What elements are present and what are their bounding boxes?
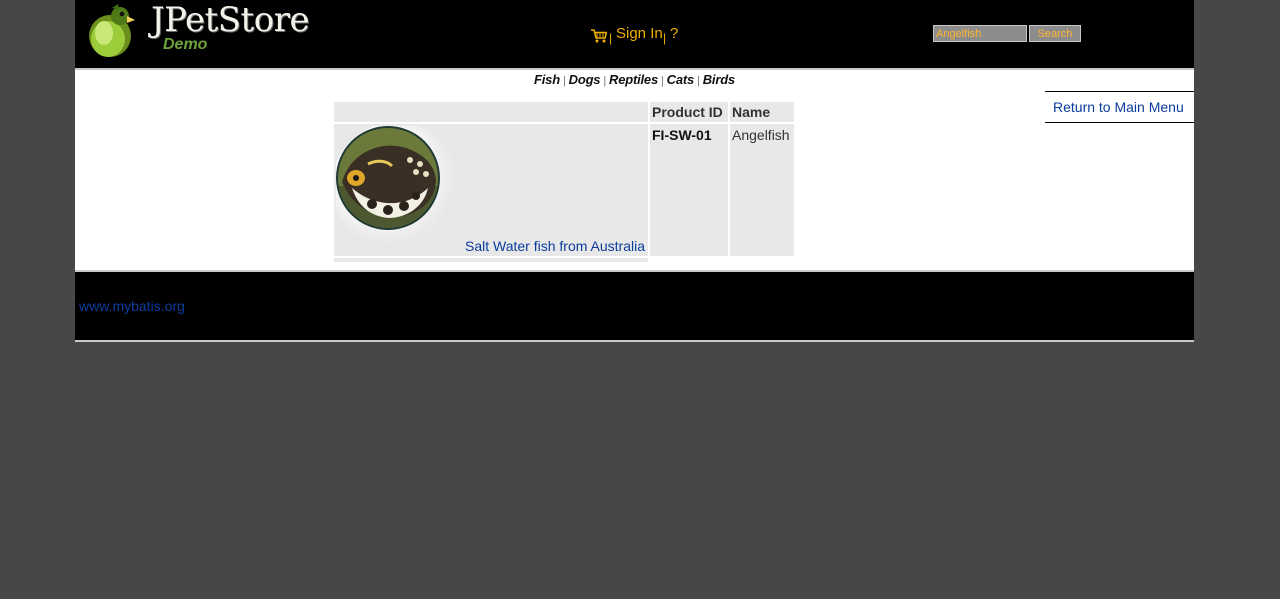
search-input[interactable] xyxy=(933,25,1027,42)
quicklink-cats[interactable]: Cats xyxy=(667,72,695,87)
product-name: Angelfish xyxy=(732,127,790,143)
back-link-box: Return to Main Menu xyxy=(1045,91,1194,123)
table-header-cell: Name xyxy=(730,102,794,122)
quicklink-separator: | xyxy=(562,75,566,87)
product-description[interactable]: Salt Water fish from Australia xyxy=(465,238,645,254)
quicklink-birds[interactable]: Birds xyxy=(703,72,735,87)
footer: www.mybatis.org xyxy=(75,272,1194,342)
column-header-product-id: Product ID xyxy=(652,104,723,120)
table-header-cell: Product ID xyxy=(650,102,728,122)
content: Fish | Dogs | Reptiles | Cats | Birds Return to … xyxy=(75,70,1194,272)
table-cell: Angelfish xyxy=(730,124,794,256)
product-id-link[interactable]: FI-SW-01 xyxy=(652,127,712,143)
quicklink-separator: | xyxy=(661,75,664,87)
page-wrapper: JPetStore Demo | Sign In | ? Search Fish… xyxy=(75,0,1194,342)
help-link[interactable]: ? xyxy=(670,25,678,42)
quicklink-dogs[interactable]: Dogs xyxy=(569,72,601,87)
menu-separator: | xyxy=(609,31,613,45)
mybatis-link[interactable]: www.mybatis.org xyxy=(79,298,185,314)
brand-subtitle: Demo xyxy=(163,36,208,53)
search-button[interactable]: Search xyxy=(1029,25,1081,42)
header: JPetStore Demo | Sign In | ? Search xyxy=(75,0,1194,70)
quicklink-separator: | xyxy=(603,75,607,87)
quicklink-separator: | xyxy=(697,75,700,87)
quick-links: Fish | Dogs | Reptiles | Cats | Birds xyxy=(75,72,1194,87)
return-to-main-menu-link[interactable]: Return to Main Menu xyxy=(1053,99,1184,115)
cart-icon[interactable] xyxy=(591,29,607,43)
fish-image-icon[interactable] xyxy=(336,126,460,250)
table-row: Salt Water fish from Australia xyxy=(334,124,648,256)
column-header-name: Name xyxy=(732,104,771,120)
parrot-logo-icon xyxy=(89,4,135,57)
sign-in-link[interactable]: Sign In xyxy=(616,25,663,42)
table-cell: FI-SW-01 xyxy=(650,124,728,256)
quicklink-reptiles[interactable]: Reptiles xyxy=(609,72,658,87)
quicklink-fish[interactable]: Fish xyxy=(534,72,560,87)
menu-separator: | xyxy=(663,31,667,45)
logo[interactable]: JPetStore Demo xyxy=(83,0,310,62)
table-header-blank xyxy=(334,102,648,122)
brand-title: JPetStore xyxy=(151,0,310,40)
table-footer-strip xyxy=(334,258,648,262)
